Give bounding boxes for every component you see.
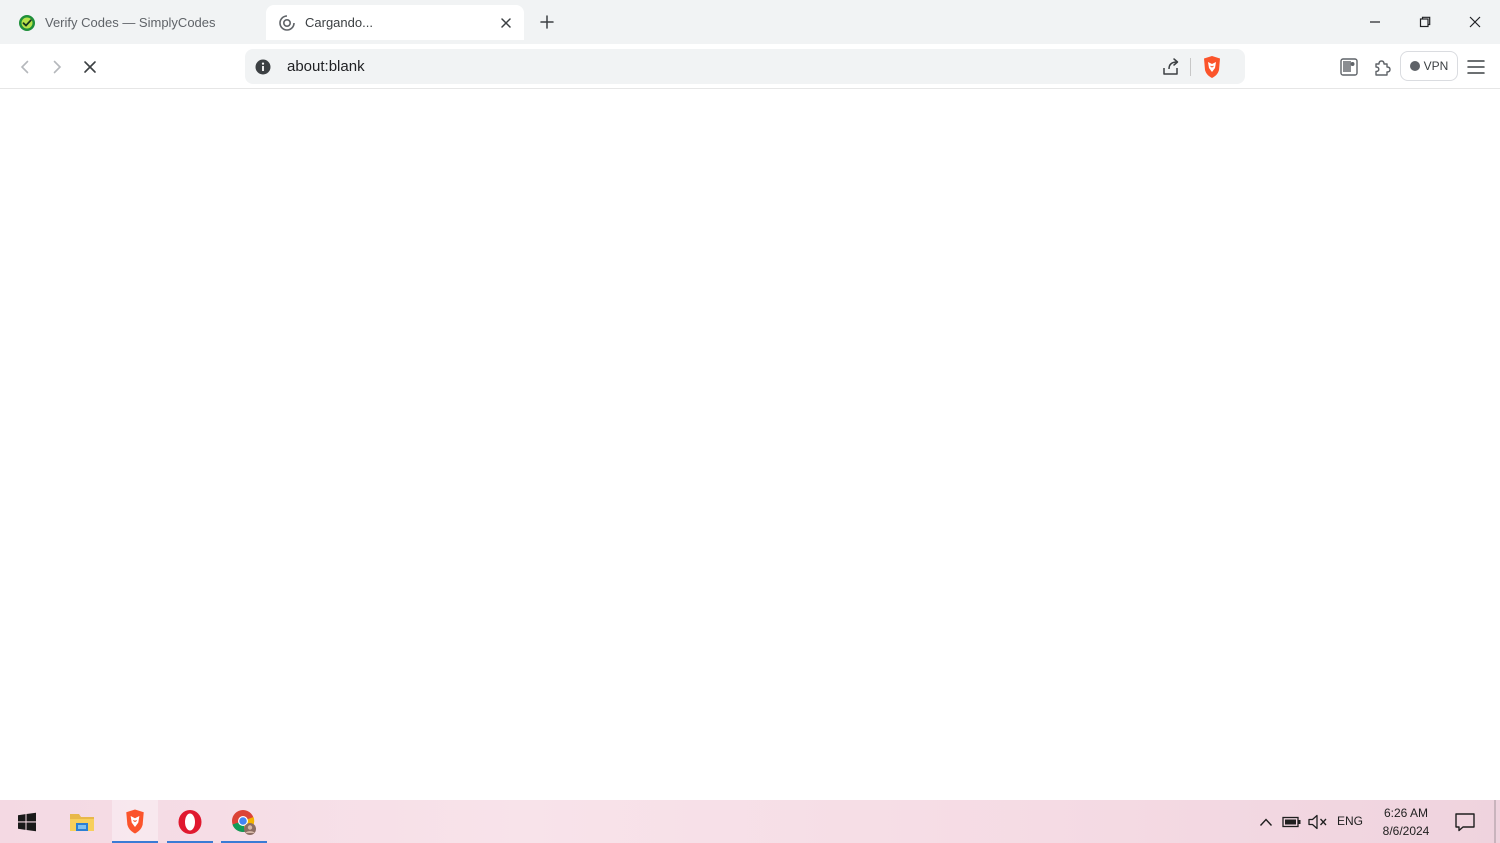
forward-button[interactable] (43, 53, 71, 81)
taskbar-brave[interactable] (112, 800, 158, 843)
stop-loading-button[interactable] (76, 53, 104, 81)
folder-icon (70, 813, 94, 831)
stop-x-icon (84, 61, 96, 73)
chrome-logo-icon (232, 809, 256, 835)
menu-button[interactable] (1464, 55, 1488, 79)
show-desktop-strip[interactable] (1494, 800, 1496, 843)
brave-logo-icon (126, 809, 144, 834)
taskbar-opera[interactable] (167, 800, 213, 843)
tab-strip: Verify Codes — SimplyCodes Cargando... (0, 0, 1500, 44)
chevron-right-icon (53, 60, 62, 74)
start-button[interactable] (4, 800, 50, 843)
windows-logo-icon (18, 812, 36, 831)
system-clock[interactable]: 6:26 AM 8/6/2024 (1374, 804, 1438, 840)
tab-title: Cargando... (305, 15, 373, 30)
address-bar[interactable]: about:blank (245, 49, 1245, 84)
minimize-icon (1370, 21, 1380, 23)
notification-center-icon[interactable] (1454, 811, 1476, 833)
browser-toolbar: about:blank VPN (0, 44, 1500, 89)
plus-icon (540, 15, 554, 29)
tab-close-icon[interactable] (496, 13, 516, 33)
new-tab-button[interactable] (535, 10, 559, 34)
share-icon[interactable] (1160, 56, 1182, 78)
tab-loading[interactable]: Cargando... (266, 5, 524, 40)
input-language-indicator[interactable]: ENG (1337, 814, 1363, 828)
restore-icon (1419, 16, 1431, 28)
battery-icon[interactable] (1282, 812, 1302, 832)
address-bar-divider (1190, 58, 1191, 76)
wallet-icon[interactable] (1337, 55, 1361, 79)
back-button[interactable] (11, 53, 39, 81)
url-text[interactable]: about:blank (287, 58, 365, 75)
info-icon[interactable] (255, 59, 271, 75)
vpn-status-icon (1409, 61, 1420, 71)
window-restore-button[interactable] (1400, 0, 1450, 44)
chevron-up-icon (1259, 818, 1273, 826)
tab-simplycodes[interactable]: Verify Codes — SimplyCodes (8, 5, 260, 40)
tab-title: Verify Codes — SimplyCodes (45, 15, 216, 30)
windows-taskbar: ENG 6:26 AM 8/6/2024 (0, 800, 1500, 843)
chevron-left-icon (20, 60, 29, 74)
taskbar-file-explorer[interactable] (59, 800, 105, 843)
hamburger-menu-icon (1467, 60, 1485, 74)
close-icon (1469, 16, 1481, 28)
taskbar-chrome[interactable] (221, 800, 267, 843)
extensions-icon[interactable] (1370, 55, 1394, 79)
window-close-button[interactable] (1450, 0, 1500, 44)
brave-shields-icon[interactable] (1201, 55, 1223, 79)
simplycodes-favicon-icon (18, 14, 36, 32)
clock-date: 8/6/2024 (1382, 824, 1430, 838)
volume-muted-icon[interactable] (1308, 812, 1328, 832)
page-content-blank[interactable] (0, 90, 1500, 800)
clock-time: 6:26 AM (1383, 806, 1429, 820)
vpn-button[interactable]: VPN (1400, 51, 1458, 81)
loading-spinner-icon (278, 14, 296, 32)
opera-logo-icon (178, 809, 202, 834)
window-minimize-button[interactable] (1350, 0, 1400, 44)
vpn-label: VPN (1423, 59, 1449, 73)
show-hidden-icons-button[interactable] (1256, 812, 1276, 832)
